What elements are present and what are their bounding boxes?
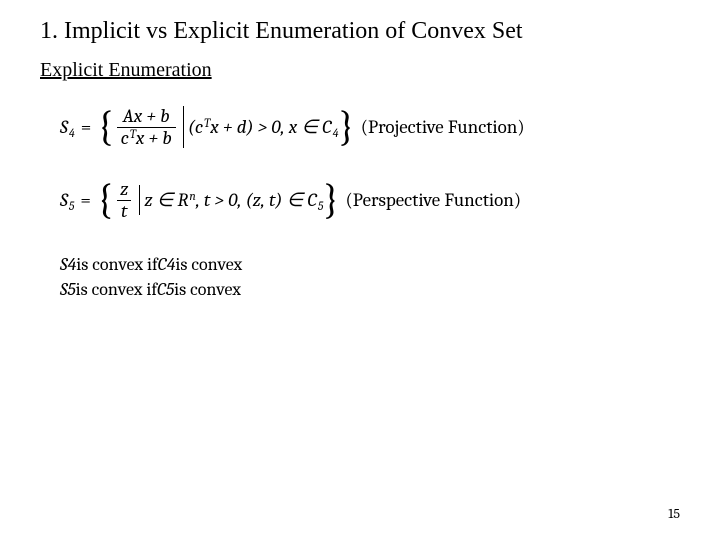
s4-annotation: (Projective Function) xyxy=(361,116,525,138)
brace-close: } xyxy=(323,179,339,221)
s5-sub: 5 xyxy=(69,199,74,213)
s5-annotation: (Perspective Function) xyxy=(346,189,522,211)
brace-close: } xyxy=(338,106,354,148)
s4-frac-num: Ax + b xyxy=(119,106,174,127)
s5-frac-num: z xyxy=(116,179,132,200)
s4-var: S xyxy=(60,116,68,138)
set-cond-bar xyxy=(139,185,140,215)
set-cond-bar xyxy=(183,106,184,148)
s4-condition: (cTx + d) > 0, x ∈ C4 xyxy=(188,116,339,138)
s5-condition: z ∈ Rn, t > 0, (z, t) ∈ C5 xyxy=(144,189,323,211)
remark-s4: S4 is convex if C4 is convex xyxy=(60,252,690,277)
eq-sign: = xyxy=(81,116,92,138)
slide-subtitle: Explicit Enumeration xyxy=(40,59,690,82)
s5-var: S xyxy=(60,189,68,211)
s4-sub: 4 xyxy=(69,126,75,140)
remarks-block: S4 is convex if C4 is convex S5 is conve… xyxy=(60,252,690,302)
equation-s5: S 5 = { z t z ∈ Rn, t > 0, (z, t) ∈ C5 }… xyxy=(60,179,690,222)
eq-sign: = xyxy=(80,189,91,211)
s5-frac-den: t xyxy=(117,200,131,222)
s5-fraction: z t xyxy=(116,179,132,222)
page-number: 15 xyxy=(668,505,680,522)
brace-open: { xyxy=(97,179,113,221)
equation-s4: S 4 = { Ax + b cTx + b (cTx + d) > 0, x … xyxy=(60,106,690,149)
remark-s5: S5 is convex if C5 is convex xyxy=(60,277,690,302)
s4-fraction: Ax + b cTx + b xyxy=(117,106,176,149)
s4-frac-den: cTx + b xyxy=(117,127,176,149)
brace-open: { xyxy=(97,106,113,148)
slide-title: 1. Implicit vs Explicit Enumeration of C… xyxy=(40,18,690,45)
